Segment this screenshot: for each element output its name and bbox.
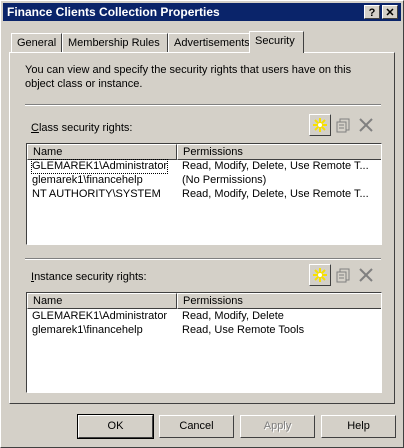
close-button[interactable]: ✕ (382, 5, 398, 19)
class-delete-button[interactable] (355, 114, 377, 136)
column-header-name[interactable]: Name (27, 144, 177, 160)
column-header-name[interactable]: Name (27, 293, 177, 309)
delete-icon (359, 118, 373, 132)
instance-delete-button[interactable] (355, 264, 377, 286)
properties-dialog: Finance Clients Collection Properties ? … (0, 0, 404, 448)
table-row[interactable]: NT AUTHORITY\SYSTEM Read, Modify, Delete… (27, 188, 381, 201)
instance-rights-label: Instance security rights: (31, 271, 147, 283)
table-row[interactable]: glemarek1\financehelp Read, Use Remote T… (27, 324, 381, 337)
class-properties-button[interactable] (332, 114, 354, 136)
table-row[interactable]: GLEMAREK1\Administrator Read, Modify, De… (27, 159, 381, 174)
cancel-button[interactable]: Cancel (159, 415, 234, 438)
ok-button[interactable]: OK (77, 414, 154, 439)
help-title-button[interactable]: ? (364, 5, 380, 19)
class-new-button[interactable] (309, 114, 331, 136)
column-header-permissions[interactable]: Permissions (177, 293, 381, 309)
security-description: You can view and specify the security ri… (25, 64, 352, 90)
column-header-permissions[interactable]: Permissions (177, 144, 381, 160)
table-row[interactable]: GLEMAREK1\Administrator Read, Modify, De… (27, 310, 381, 323)
tab-general[interactable]: General (11, 33, 62, 52)
instance-rights-list[interactable]: Name Permissions GLEMAREK1\Administrator… (26, 292, 382, 393)
instance-new-button[interactable] (309, 264, 331, 286)
delete-icon (359, 268, 373, 282)
class-rights-list[interactable]: Name Permissions GLEMAREK1\Administrator… (26, 143, 382, 245)
help-button[interactable]: Help (321, 415, 396, 438)
tab-security[interactable]: Security (249, 31, 304, 53)
properties-icon (336, 118, 350, 133)
properties-icon (336, 268, 350, 283)
window-title: Finance Clients Collection Properties (7, 5, 220, 19)
apply-button[interactable]: Apply (240, 415, 315, 438)
tab-membership-rules[interactable]: Membership Rules (62, 33, 168, 52)
instance-properties-button[interactable] (332, 264, 354, 286)
tab-advertisements[interactable]: Advertisements (168, 33, 250, 52)
new-icon (313, 118, 327, 132)
separator (25, 258, 381, 260)
new-icon (313, 268, 327, 282)
table-row[interactable]: glemarek1\financehelp (No Permissions) (27, 174, 381, 187)
separator (25, 104, 381, 106)
title-bar[interactable]: Finance Clients Collection Properties ? … (3, 3, 401, 21)
class-rights-label: Class security rights: (31, 122, 133, 134)
